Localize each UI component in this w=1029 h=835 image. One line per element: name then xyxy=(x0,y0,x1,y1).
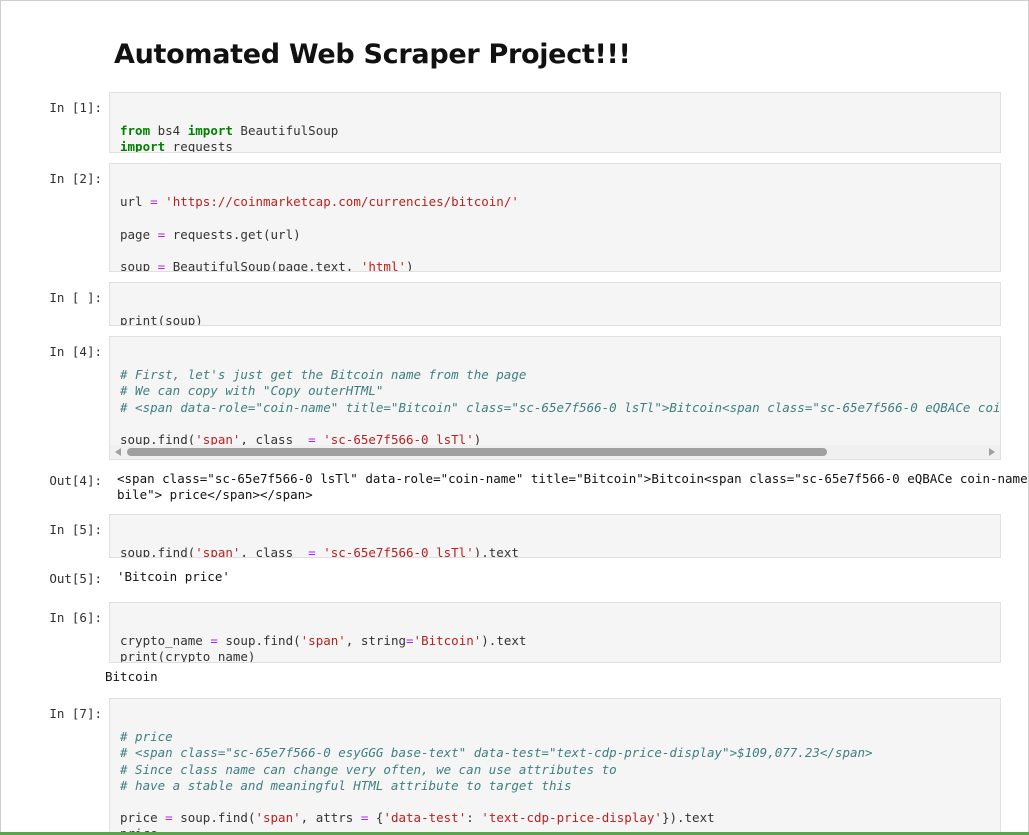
code-cell-2[interactable]: url = 'https://coinmarketcap.com/currenc… xyxy=(109,163,1001,272)
cell-3-prompt: In [ ]: xyxy=(49,290,102,305)
code-comment: # <span class="sc-65e7f566-0 esyGGG base… xyxy=(120,745,873,761)
cell-5-prompt: In [5]: xyxy=(49,522,102,537)
string-literal: 'html' xyxy=(360,258,406,272)
code-text: { xyxy=(368,810,384,826)
output-4: <span class="sc-65e7f566-0 lsTl" data-ro… xyxy=(117,471,1029,503)
code-text: , class_ xyxy=(240,545,309,558)
code-cell-6[interactable]: crypto_name = soup.find('span', string='… xyxy=(109,602,1001,663)
output-5-prompt: Out[5]: xyxy=(49,571,102,586)
stdout-6: Bitcoin xyxy=(105,669,158,684)
code-cell-3[interactable]: print(soup) xyxy=(109,282,1001,326)
code-cell-4[interactable]: # First, let's just get the Bitcoin name… xyxy=(109,336,1001,460)
code-text: price xyxy=(120,810,166,826)
code-comment: # have a stable and meaningful HTML attr… xyxy=(120,777,572,793)
code-comment: # <span data-role="coin-name" title="Bit… xyxy=(120,399,1001,415)
string-literal: 'text-cdp-price-display' xyxy=(481,810,662,826)
code-cell-4-source[interactable]: # First, let's just get the Bitcoin name… xyxy=(110,337,1000,448)
string-literal: 'data-test' xyxy=(383,810,467,826)
code-text: print(soup) xyxy=(120,313,203,326)
code-text: soup.find( xyxy=(172,810,256,826)
string-literal: 'span' xyxy=(300,633,346,649)
operator: = xyxy=(406,633,414,649)
code-text: }).text xyxy=(661,810,715,826)
output-4-prompt: Out[4]: xyxy=(49,473,102,488)
operator: = xyxy=(165,810,173,826)
scroll-right-arrow-icon[interactable] xyxy=(989,448,995,456)
code-text: ).text xyxy=(481,633,527,649)
code-text: , attrs xyxy=(300,810,361,826)
horizontal-scrollbar[interactable] xyxy=(110,445,1000,459)
string-literal: 'sc-65e7f566-0 lsTl' xyxy=(323,545,474,558)
code-text: bs4 xyxy=(150,123,188,139)
operator: = xyxy=(210,633,218,649)
cell-4-prompt: In [4]: xyxy=(49,344,102,359)
cell-6-prompt: In [6]: xyxy=(49,610,102,625)
code-comment: # We can copy with "Copy outerHTML" xyxy=(120,383,384,399)
cell-2-prompt: In [2]: xyxy=(49,171,102,186)
code-text: BeautifulSoup xyxy=(232,123,339,139)
code-text: soup.find( xyxy=(120,545,196,558)
cell-1-prompt: In [1]: xyxy=(49,100,102,115)
code-cell-1-source[interactable]: from bs4 import BeautifulSoup import requ… xyxy=(110,93,1000,153)
code-cell-5[interactable]: soup.find('span', class_ = 'sc-65e7f566-… xyxy=(109,514,1001,558)
operator: = xyxy=(308,545,316,558)
keyword: from xyxy=(120,123,151,139)
code-cell-5-source[interactable]: soup.find('span', class_ = 'sc-65e7f566-… xyxy=(110,515,1000,558)
output-line: 'Bitcoin price' xyxy=(117,569,230,584)
code-cell-6-source[interactable]: crypto_name = soup.find('span', string='… xyxy=(110,603,1000,663)
notebook-title: Automated Web Scraper Project!!! xyxy=(114,39,631,70)
operator: = xyxy=(150,194,158,210)
code-text: ).text xyxy=(473,545,519,558)
string-literal: 'Bitcoin' xyxy=(413,633,482,649)
code-text: page xyxy=(120,226,158,242)
notebook-frame: Automated Web Scraper Project!!! In [1]:… xyxy=(0,0,1029,832)
code-text: BeautifulSoup(page.text, xyxy=(165,258,361,272)
code-text: requests.get(url) xyxy=(165,226,301,242)
keyword: import xyxy=(187,123,233,139)
keyword: import xyxy=(120,139,166,153)
code-text: print(crypto_name) xyxy=(120,649,256,663)
code-text: : xyxy=(466,810,482,826)
code-cell-2-source[interactable]: url = 'https://coinmarketcap.com/currenc… xyxy=(110,164,1000,272)
output-line: bile"> price</span></span> xyxy=(117,487,313,503)
code-cell-1[interactable]: from bs4 import BeautifulSoup import requ… xyxy=(109,92,1001,153)
code-text: soup xyxy=(120,258,158,272)
output-5: 'Bitcoin price' xyxy=(117,569,230,585)
code-text: soup.find( xyxy=(217,633,301,649)
scroll-left-arrow-icon[interactable] xyxy=(115,448,121,456)
code-cell-3-source[interactable]: print(soup) xyxy=(110,283,1000,326)
string-literal: 'span' xyxy=(255,810,301,826)
code-text: requests xyxy=(165,139,233,153)
cell-7-prompt: In [7]: xyxy=(49,706,102,721)
code-cell-7-source[interactable]: # price # <span class="sc-65e7f566-0 esyG… xyxy=(110,699,1000,832)
code-comment: # Since class name can change very often… xyxy=(120,761,617,777)
code-text: crypto_name xyxy=(120,633,211,649)
code-text: ) xyxy=(406,258,414,272)
code-cell-7[interactable]: # price # <span class="sc-65e7f566-0 esyG… xyxy=(109,698,1001,832)
code-comment: # price xyxy=(120,729,173,745)
string-literal: 'span' xyxy=(195,545,241,558)
scrollbar-thumb[interactable] xyxy=(127,448,827,456)
code-text: url xyxy=(120,194,151,210)
code-text: , string xyxy=(345,633,407,649)
output-line: <span class="sc-65e7f566-0 lsTl" data-ro… xyxy=(117,471,1029,486)
code-comment: # First, let's just get the Bitcoin name… xyxy=(120,367,527,383)
string-literal: 'https://coinmarketcap.com/currencies/bi… xyxy=(165,194,519,210)
